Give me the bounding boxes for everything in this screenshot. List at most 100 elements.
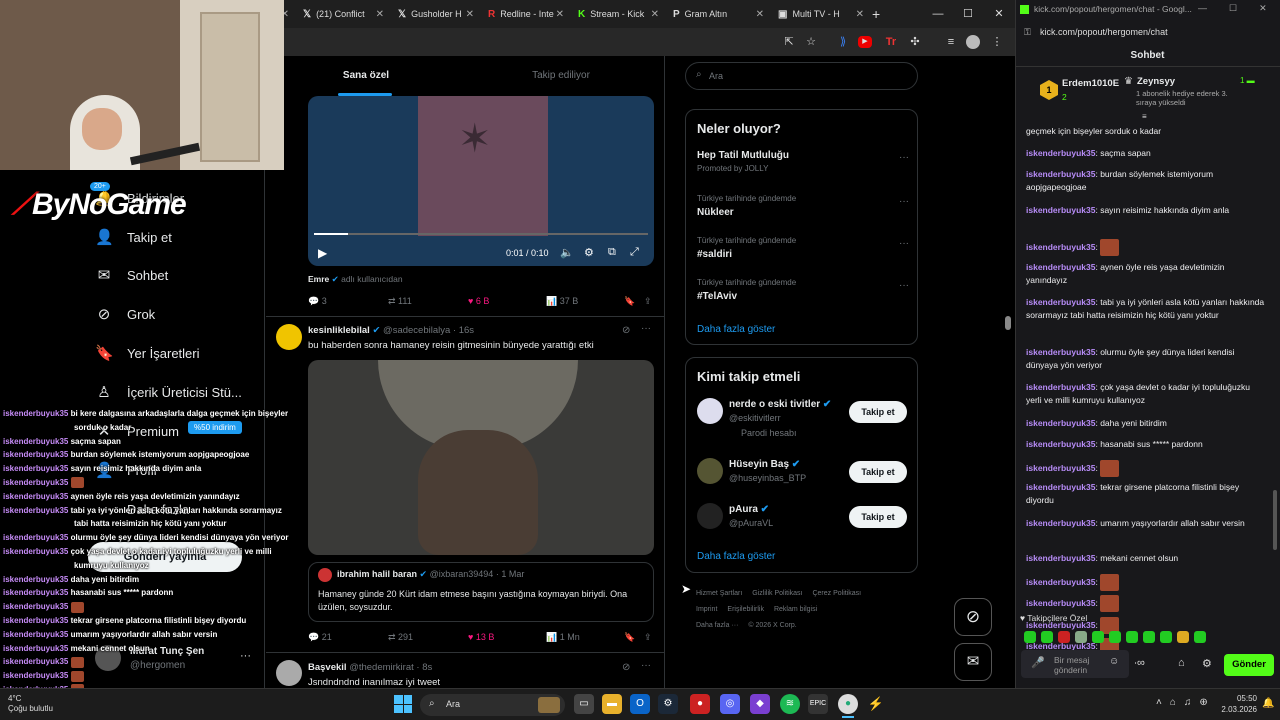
trend-item[interactable]: Türkiye tarihinde gündemde Nükleer ···	[697, 194, 909, 228]
chat-scrollbar[interactable]	[1273, 490, 1277, 550]
footer-link[interactable]: Gizlilik Politikası	[752, 590, 802, 597]
star-icon[interactable]: ☆	[802, 33, 820, 51]
chat-username[interactable]: iskenderbuyuk35	[1026, 462, 1095, 472]
app-red-icon[interactable]: ●	[690, 694, 710, 714]
media-control-icon[interactable]: ≡	[942, 33, 960, 51]
post2-video[interactable]	[308, 360, 654, 555]
tab-following[interactable]: Takip ediliyor	[461, 56, 661, 96]
quick-emote-icon[interactable]	[1177, 631, 1189, 643]
browser-tab[interactable]: R Redline - Inte ✕	[480, 0, 570, 28]
views-button[interactable]: 📊 1 Mn	[546, 632, 624, 643]
app-purple-icon[interactable]: ◆	[750, 694, 770, 714]
steam-icon[interactable]: ⚙	[658, 694, 678, 714]
post2-name[interactable]: kesinliklebilal	[308, 325, 370, 336]
follow-suggestion[interactable]: pAura ✔ @pAuraVL Takip et	[697, 503, 909, 547]
browser-tab[interactable]: 𝕏 (21) Conflict ✕	[295, 0, 390, 28]
reply-button[interactable]: 💬 3	[308, 296, 388, 307]
extension-icon[interactable]: ⟫	[834, 33, 852, 51]
reply-button[interactable]: 💬 21	[308, 632, 388, 643]
search-box[interactable]: ⌕ Ara	[685, 62, 918, 90]
emoji-icon[interactable]: ☺	[1109, 656, 1119, 667]
trend-item[interactable]: Türkiye tarihinde gündemde #saldiri ···	[697, 236, 909, 270]
trend-more-icon[interactable]: ···	[899, 196, 909, 207]
discord-icon[interactable]: ◎	[720, 694, 740, 714]
browser-tab[interactable]: ▣ Multi TV - H ✕	[770, 0, 870, 28]
chat-username[interactable]: iskenderbuyuk35	[1026, 347, 1095, 357]
bookmark-icon[interactable]: 🔖	[624, 632, 644, 643]
browser-tab[interactable]: P Gram Altın ✕	[665, 0, 770, 28]
new-tab-button[interactable]: +	[872, 6, 880, 22]
footer-link[interactable]: Imprint	[696, 606, 717, 613]
tab-close-icon[interactable]: ✕	[756, 9, 764, 20]
chat-username[interactable]: iskenderbuyuk35	[1026, 576, 1095, 586]
caption-user[interactable]: Emre	[308, 274, 329, 284]
expand-pinned-icon[interactable]: ≡	[1142, 112, 1147, 121]
mic-icon[interactable]: 🎤	[1031, 656, 1045, 669]
share-icon[interactable]: ⇪	[644, 296, 652, 307]
store-icon[interactable]: ⌂	[1178, 657, 1185, 669]
post3-handle[interactable]: @thedemirkirat	[349, 662, 414, 673]
chat-username[interactable]: iskenderbuyuk35	[1026, 418, 1095, 428]
tab-close-icon[interactable]: ✕	[856, 9, 864, 20]
send-button[interactable]: Gönder	[1224, 654, 1274, 676]
views-button[interactable]: 📊 37 B	[546, 296, 624, 307]
follow-suggestion[interactable]: nerde o eski tivitler ✔ @eskitivitlerr Par…	[697, 398, 909, 442]
bookmark-icon[interactable]: 🔖	[624, 296, 644, 307]
quick-emote-icon[interactable]	[1058, 631, 1070, 643]
kick-url[interactable]: kick.com/popout/hergomen/chat	[1040, 27, 1168, 37]
puzzle-icon[interactable]: ✣	[906, 33, 924, 51]
footer-link[interactable]: Erişilebilirlik	[727, 606, 764, 613]
trend-item[interactable]: Hep Tatil Mutluluğu Promoted by JOLLY ···	[697, 150, 909, 184]
chat-window-controls[interactable]: —☐✕	[1198, 3, 1280, 14]
chat-username[interactable]: iskenderbuyuk35	[1026, 262, 1095, 272]
quote-tweet[interactable]: ibrahim halil baran ✔ @ixbaran39494 · 1 …	[308, 562, 654, 622]
trend-more-icon[interactable]: ···	[899, 280, 909, 291]
trend-more-icon[interactable]: ···	[899, 152, 909, 163]
chat-username[interactable]: iskenderbuyuk35	[1026, 518, 1095, 528]
footer-link[interactable]: Hizmet Şartları	[696, 590, 742, 597]
tab-close-icon[interactable]: ✕	[651, 9, 659, 20]
quick-emote-icon[interactable]	[1126, 631, 1138, 643]
quick-emote-icon[interactable]	[1109, 631, 1121, 643]
footer-link[interactable]: Daha fazla ···	[696, 622, 738, 629]
profile-avatar-icon[interactable]	[966, 35, 980, 49]
translate-ext-icon[interactable]: Tr	[882, 33, 900, 51]
chat-input[interactable]: 🎤 Bir mesaj gönderin ☺	[1021, 650, 1129, 678]
footer-link[interactable]: Çerez Politikası	[812, 590, 861, 597]
epic-games-icon[interactable]: EPIC	[808, 694, 828, 714]
trend-item[interactable]: Türkiye tarihinde gündemde #TelAviv ···	[697, 278, 909, 312]
grok-icon[interactable]: ⊘	[622, 662, 630, 673]
tab-for-you[interactable]: Sana özel	[266, 56, 466, 96]
chat-username[interactable]: iskenderbuyuk35	[1026, 297, 1095, 307]
maximize-button[interactable]: ☐	[952, 0, 984, 28]
browser-tab[interactable]: K Stream - Kick ✕	[570, 0, 665, 28]
quick-emote-icon[interactable]	[1092, 631, 1104, 643]
notification-bell-icon[interactable]: 🔔	[1262, 698, 1274, 709]
chat-username[interactable]: iskenderbuyuk35	[1026, 598, 1095, 608]
follow-suggestion[interactable]: Hüseyin Baş ✔ @huseyinbas_BTP Takip et	[697, 458, 909, 502]
chat-username[interactable]: iskenderbuyuk35	[1026, 439, 1095, 449]
taskbar-search[interactable]: ⌕ Ara	[420, 694, 565, 716]
nav-item-3[interactable]: ✉ Sohbet	[95, 263, 169, 287]
weather-widget[interactable]: 4°C Çoğu bulutlu	[8, 694, 53, 714]
grok-floating-button[interactable]: ⊘	[954, 598, 992, 636]
clock[interactable]: 05:50 2.03.2026	[1207, 693, 1257, 715]
quick-emote-icon[interactable]	[1075, 631, 1087, 643]
follow-button[interactable]: Takip et	[849, 506, 907, 528]
settings-icon[interactable]: ⚙	[584, 246, 594, 259]
pinned-user[interactable]: Erdem1010E	[1062, 78, 1119, 89]
like-button[interactable]: ♥ 13 B	[468, 632, 546, 643]
quick-emote-icon[interactable]	[1160, 631, 1172, 643]
chat-username[interactable]: iskenderbuyuk35	[1026, 148, 1095, 158]
quick-emote-icon[interactable]	[1143, 631, 1155, 643]
menu-icon[interactable]: ⋮	[988, 33, 1006, 51]
trends-show-more[interactable]: Daha fazla göster	[697, 324, 775, 335]
nav-item-2[interactable]: 👤 Takip et	[95, 225, 172, 249]
chat-settings-icon[interactable]: ⚙	[1202, 657, 1212, 670]
app-lightning-icon[interactable]: ⚡	[866, 694, 886, 714]
chat-username[interactable]: iskenderbuyuk35	[1026, 242, 1095, 252]
chat-username[interactable]: iskenderbuyuk35	[1026, 553, 1095, 563]
repost-button[interactable]: ⇄ 111	[388, 296, 468, 307]
outlook-icon[interactable]: O	[630, 694, 650, 714]
chat-username[interactable]: iskenderbuyuk35	[1026, 382, 1095, 392]
